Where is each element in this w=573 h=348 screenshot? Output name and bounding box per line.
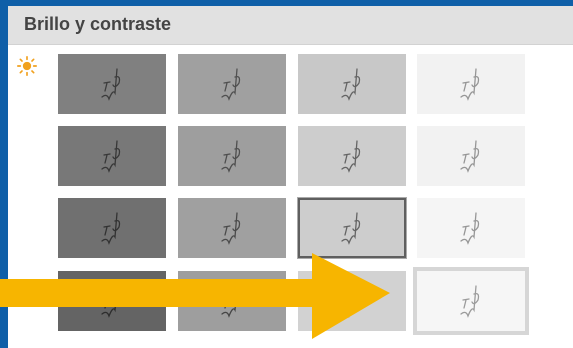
thumbnail-r4-c2[interactable] <box>178 271 286 331</box>
thumbnail-r4-c3[interactable] <box>298 271 406 331</box>
thumbnail-r2-c3[interactable] <box>298 126 406 186</box>
thumbnail-r2-c4[interactable] <box>417 126 525 186</box>
signature-sketch <box>221 140 241 173</box>
thumbnail-r3-c3[interactable] <box>297 197 407 259</box>
brightness-contrast-gallery <box>8 6 573 348</box>
thumbnail-r1-c4[interactable] <box>417 54 525 114</box>
signature-sketch <box>341 140 361 173</box>
thumbnail-r1-c2[interactable] <box>178 54 286 114</box>
thumbnail-r3-c4[interactable] <box>417 198 525 258</box>
signature-sketch <box>460 140 480 173</box>
thumbnail-r3-c1[interactable] <box>58 198 166 258</box>
thumbnail-r4-c4[interactable] <box>413 267 529 335</box>
signature-sketch <box>341 68 361 101</box>
thumbnail-r3-c2[interactable] <box>178 198 286 258</box>
signature-sketch <box>341 285 361 318</box>
signature-sketch <box>101 140 121 173</box>
thumbnail-r2-c2[interactable] <box>178 126 286 186</box>
thumbnail-r2-c1[interactable] <box>58 126 166 186</box>
signature-sketch <box>221 285 241 318</box>
thumbnail-r4-c1[interactable] <box>58 271 166 331</box>
signature-sketch <box>101 285 121 318</box>
signature-sketch <box>101 68 121 101</box>
signature-sketch <box>221 212 241 245</box>
thumbnail-r1-c3[interactable] <box>298 54 406 114</box>
signature-sketch <box>341 212 361 245</box>
signature-sketch <box>460 212 480 245</box>
signature-sketch <box>221 68 241 101</box>
thumbnail-r1-c1[interactable] <box>58 54 166 114</box>
signature-sketch <box>460 68 480 101</box>
signature-sketch <box>101 212 121 245</box>
brightness-contrast-panel: Brillo y contraste <box>8 6 573 348</box>
signature-sketch <box>460 285 480 318</box>
